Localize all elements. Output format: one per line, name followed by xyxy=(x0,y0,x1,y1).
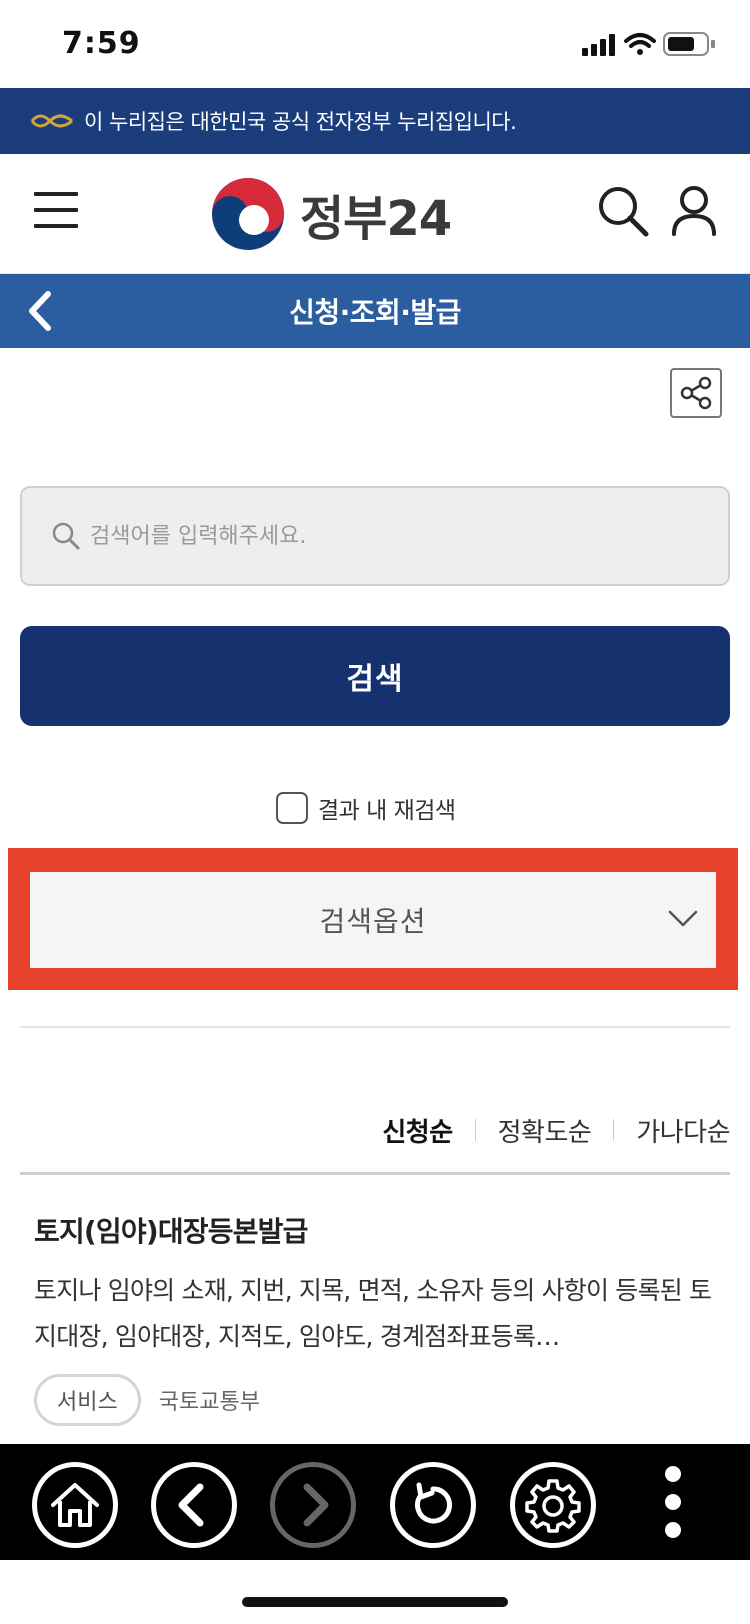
taegeuk-icon xyxy=(212,178,284,250)
signal-icon xyxy=(582,34,615,56)
search-input[interactable] xyxy=(90,506,728,566)
home-button[interactable] xyxy=(32,1462,118,1548)
sort-by-alphabet[interactable]: 가나다순 xyxy=(636,1112,730,1149)
status-bar: 7:59 xyxy=(0,0,750,88)
result-list-top-border xyxy=(20,1172,730,1175)
forward-icon xyxy=(303,1483,329,1527)
gov-mark-icon xyxy=(30,114,73,128)
result-title[interactable]: 토지(임야)대장등본발급 xyxy=(34,1210,714,1250)
category-badge: 서비스 xyxy=(34,1374,141,1426)
menu-icon[interactable] xyxy=(34,192,78,232)
result-meta: 서비스 국토교통부 xyxy=(34,1374,714,1426)
search-button[interactable]: 검색 xyxy=(20,626,730,726)
home-indicator xyxy=(242,1597,508,1607)
forward-button[interactable] xyxy=(270,1462,356,1548)
status-icons xyxy=(582,32,715,56)
share-icon xyxy=(680,376,712,410)
browser-toolbar xyxy=(0,1444,750,1560)
back-icon xyxy=(178,1483,204,1527)
refresh-button[interactable] xyxy=(390,1462,476,1548)
search-icon[interactable] xyxy=(596,184,650,238)
more-icon[interactable] xyxy=(658,1466,688,1542)
logo-text: 정부24 xyxy=(300,191,452,247)
search-within-results-label: 결과 내 재검색 xyxy=(318,798,456,824)
site-logo[interactable]: 정부24 xyxy=(210,176,452,252)
sort-by-accuracy[interactable]: 정확도순 xyxy=(498,1112,592,1149)
search-options-toggle[interactable]: 검색옵션 xyxy=(30,872,716,968)
back-chevron-icon[interactable] xyxy=(18,288,64,334)
sort-by-application[interactable]: 신청순 xyxy=(382,1112,453,1149)
page-title-bar: 신청·조회·발급 xyxy=(0,274,750,348)
result-description: 토지나 임야의 소재, 지번, 지목, 면적, 소유자 등의 사항이 등록된 토… xyxy=(34,1276,712,1351)
refresh-icon xyxy=(415,1482,452,1524)
divider xyxy=(20,1026,730,1028)
user-icon[interactable] xyxy=(670,184,718,238)
status-time: 7:59 xyxy=(62,26,141,61)
search-within-results[interactable]: 결과 내 재검색 xyxy=(276,790,456,826)
list-item[interactable]: 토지(임야)대장등본발급 토지나 임야의 소재, 지번, 지목, 면적, 소유자… xyxy=(34,1210,714,1426)
settings-button[interactable] xyxy=(510,1462,596,1548)
back-button[interactable] xyxy=(151,1462,237,1548)
wifi-icon xyxy=(624,33,656,55)
result-organization: 국토교통부 xyxy=(158,1390,260,1415)
page-title: 신청·조회·발급 xyxy=(289,296,461,329)
gov-banner: 이 누리집은 대한민국 공식 전자정부 누리집입니다. xyxy=(0,88,750,154)
search-field[interactable] xyxy=(20,486,730,586)
battery-icon xyxy=(663,32,715,56)
search-within-results-checkbox[interactable] xyxy=(276,792,308,824)
chevron-down-icon xyxy=(668,910,698,927)
search-options-label: 검색옵션 xyxy=(319,905,427,938)
sort-options: 신청순 정확도순 가나다순 xyxy=(382,1110,730,1150)
sort-separator xyxy=(474,1119,476,1141)
sort-separator xyxy=(613,1119,615,1141)
share-button[interactable] xyxy=(670,368,722,418)
gov-banner-text: 이 누리집은 대한민국 공식 전자정부 누리집입니다. xyxy=(84,110,517,134)
search-field-icon xyxy=(52,522,80,550)
home-icon xyxy=(51,1483,99,1527)
site-header: 정부24 xyxy=(0,154,750,274)
settings-icon xyxy=(525,1479,581,1533)
